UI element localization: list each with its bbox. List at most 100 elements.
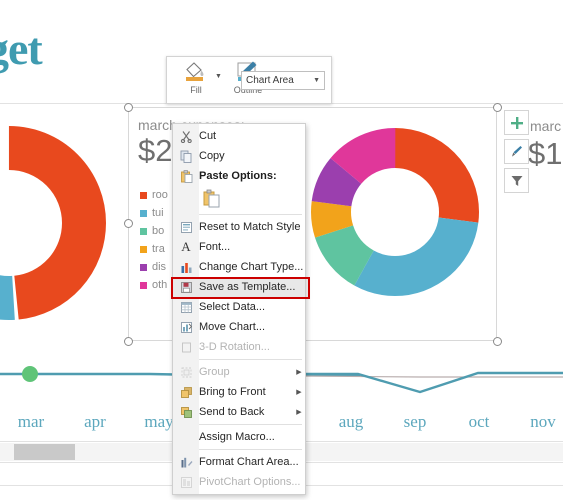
chart-filters-button[interactable] (504, 168, 529, 193)
fill-dropdown-caret-icon[interactable]: ▼ (215, 73, 222, 80)
menu-item-group: Group ▶ (173, 362, 305, 382)
menu-item-label: Font... (199, 241, 231, 253)
brush-icon (512, 146, 522, 157)
menu-item-send-to-back[interactable]: Send to Back ▶ (173, 402, 305, 422)
fill-bucket-icon (177, 60, 215, 82)
menu-item-label: Reset to Match Style (199, 221, 301, 233)
submenu-arrow-icon: ▶ (296, 389, 302, 396)
right-chart-amount: $1 (528, 136, 563, 171)
mini-toolbar[interactable]: Fill ▼ Outline ▼ Chart Area ▼ (166, 56, 332, 104)
selection-handle-top-right[interactable] (493, 103, 502, 112)
menu-item-save-as-template[interactable]: Save as Template... (173, 277, 305, 297)
left-donut-segment-rent (0, 126, 106, 320)
send-back-icon (173, 406, 199, 419)
menu-item-label: Copy (199, 150, 225, 162)
selection-handle-middle-left[interactable] (124, 219, 133, 228)
fill-label: Fill (190, 85, 202, 95)
group-icon (173, 366, 199, 379)
menu-item-cut[interactable]: Cut (173, 126, 305, 146)
menu-item-assign-macro[interactable]: Assign Macro... (173, 427, 305, 447)
menu-item-label: Send to Back (199, 406, 265, 418)
left-donut-svg (0, 126, 106, 320)
submenu-arrow-icon: ▶ (296, 369, 302, 376)
menu-item-3d-rotation: 3-D Rotation... (173, 337, 305, 357)
month-label-apr: apr (84, 412, 106, 431)
page-title: get (0, 23, 43, 74)
chart-element-selector-value: Chart Area (246, 75, 294, 86)
menu-item-pivotchart-options: PivotChart Options... (173, 472, 305, 492)
chevron-down-icon: ▼ (313, 77, 320, 84)
menu-item-label: Move Chart... (199, 321, 266, 333)
right-chart-title: marc (530, 118, 562, 134)
month-label-oct: oct (468, 412, 490, 431)
chart-total-amount: $2 (138, 133, 173, 168)
left-donut-chart[interactable] (0, 118, 114, 328)
scissors-icon (173, 130, 199, 143)
paste-icon (173, 169, 199, 183)
menu-item-reset-to-match-style[interactable]: Reset to Match Style (173, 217, 305, 237)
legend-swatch-icon (140, 263, 147, 271)
menu-item-bring-to-front[interactable]: Bring to Front ▶ (173, 382, 305, 402)
menu-item-label: PivotChart Options... (199, 476, 301, 488)
move-chart-icon (173, 321, 199, 334)
menu-item-paste-options[interactable]: Paste Options: (173, 166, 305, 186)
month-label-sep: sep (403, 412, 427, 431)
menu-item-label: 3-D Rotation... (199, 341, 270, 353)
menu-item-font[interactable]: A Font... (173, 237, 305, 257)
font-icon: A (181, 239, 191, 254)
legend-label: dis (152, 261, 167, 273)
paste-thumbnail-icon (203, 189, 220, 208)
menu-item-label: Format Chart Area... (199, 456, 299, 468)
submenu-arrow-icon: ▶ (296, 409, 302, 416)
menu-item-label: Select Data... (199, 301, 266, 313)
chart-elements-button[interactable] (504, 110, 529, 135)
legend-swatch-icon (140, 245, 147, 253)
sparkline-marker[interactable] (22, 366, 38, 382)
selection-handle-bottom-right[interactable] (493, 337, 502, 346)
chart-element-selector[interactable]: Chart Area ▼ (241, 71, 325, 90)
chart-side-buttons (504, 110, 530, 197)
legend-label: tui (152, 207, 164, 219)
rotation-icon (173, 341, 199, 354)
databar-fill (14, 444, 75, 460)
selection-handle-top-left[interactable] (124, 103, 133, 112)
select-data-icon (173, 301, 199, 314)
month-label-nov: nov (530, 412, 556, 431)
chart-styles-button[interactable] (504, 139, 529, 164)
save-template-icon (173, 281, 199, 294)
funnel-icon (511, 175, 522, 186)
fill-tool[interactable]: Fill (177, 60, 215, 95)
context-menu[interactable]: Cut Copy Paste Options: Reset to Match S… (172, 123, 306, 495)
copy-icon (173, 150, 199, 163)
menu-item-label: Save as Template... (199, 281, 296, 293)
legend-label: tra (152, 243, 165, 255)
menu-item-select-data[interactable]: Select Data... (173, 297, 305, 317)
menu-item-move-chart[interactable]: Move Chart... (173, 317, 305, 337)
menu-item-label: Paste Options: (199, 170, 277, 182)
legend-swatch-icon (140, 191, 147, 199)
plus-icon (510, 116, 523, 129)
menu-item-copy[interactable]: Copy (173, 146, 305, 166)
legend-label: bo (152, 225, 165, 237)
selection-handle-bottom-left[interactable] (124, 337, 133, 346)
menu-item-format-chart-area[interactable]: Format Chart Area... (173, 452, 305, 472)
main-donut-chart[interactable] (304, 121, 486, 303)
menu-item-label: Change Chart Type... (199, 261, 304, 273)
month-label-aug: aug (338, 412, 364, 431)
legend-swatch-icon (140, 209, 147, 217)
sparkline-baseline (299, 375, 563, 378)
legend-swatch-icon (140, 227, 147, 235)
menu-item-change-chart-type[interactable]: Change Chart Type... (173, 257, 305, 277)
format-chart-icon (173, 456, 199, 469)
legend-label: oth (152, 279, 168, 291)
legend-label: roo (152, 189, 168, 201)
bring-front-icon (173, 386, 199, 399)
pivotchart-icon (173, 476, 199, 489)
month-label-mar: mar (17, 412, 45, 431)
main-donut-svg (311, 128, 479, 296)
reset-style-icon (173, 221, 199, 234)
legend-swatch-icon (140, 281, 147, 289)
menu-item-label: Assign Macro... (199, 431, 275, 443)
spreadsheet-chart-screen: get march expenses: $2 roo tui bo (0, 0, 563, 500)
menu-item-label: Cut (199, 130, 217, 142)
